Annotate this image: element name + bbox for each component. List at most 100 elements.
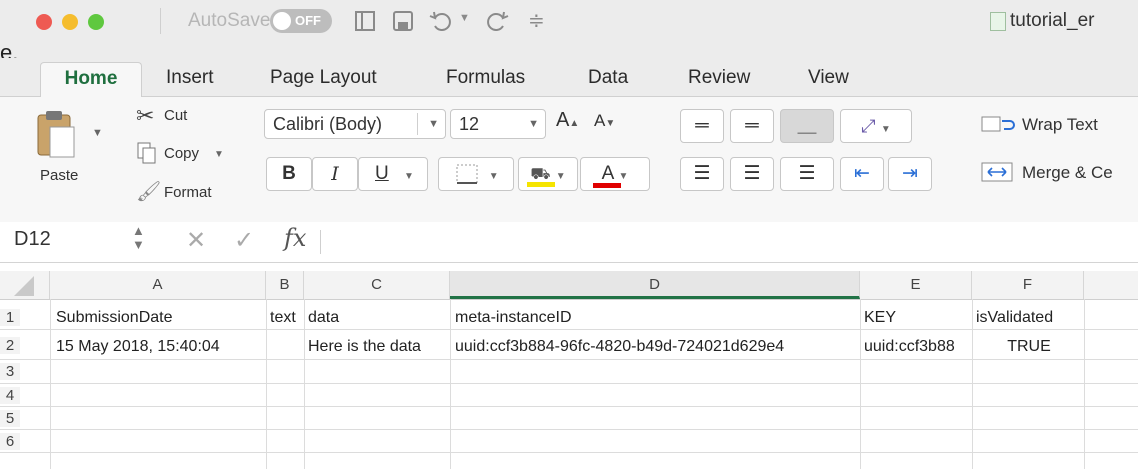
decrease-indent-button[interactable]: ⇤ xyxy=(840,157,884,191)
merge-center-button[interactable]: Merge & Ce xyxy=(1022,163,1113,183)
row-header-1[interactable]: 1 xyxy=(0,309,20,326)
minimize-window-button[interactable] xyxy=(62,14,78,30)
paste-dropdown-icon[interactable]: ▼ xyxy=(92,127,103,139)
column-header-e[interactable]: E xyxy=(860,271,972,299)
wrap-text-icon[interactable] xyxy=(980,113,1016,135)
cell-b1[interactable]: text xyxy=(270,308,304,328)
row-header-3[interactable]: 3 xyxy=(0,363,20,380)
column-header-c[interactable]: C xyxy=(304,271,450,299)
fill-color-swatch xyxy=(527,182,555,187)
cell-f1[interactable]: isValidated xyxy=(976,308,1082,328)
font-color-swatch xyxy=(593,183,621,188)
cell-e2[interactable]: uuid:ccf3b88 xyxy=(864,337,970,357)
row-header-4[interactable]: 4 xyxy=(0,387,20,404)
merge-cells-icon[interactable] xyxy=(980,161,1016,183)
cell-d1[interactable]: meta-instanceID xyxy=(455,308,855,328)
increase-indent-icon: ⇥ xyxy=(902,163,918,184)
italic-button[interactable]: I xyxy=(312,157,358,191)
row-header-2[interactable]: 2 xyxy=(0,337,20,354)
font-size-select[interactable]: 12 ▼ xyxy=(450,109,546,139)
name-box[interactable]: D12 xyxy=(14,228,51,251)
cell-a2[interactable]: 15 May 2018, 15:40:04 xyxy=(56,337,264,357)
zoom-window-button[interactable] xyxy=(88,14,104,30)
align-bottom-button[interactable]: ＿ xyxy=(780,109,834,143)
column-headers: A B C D E F xyxy=(0,271,1138,300)
wrap-text-button[interactable]: Wrap Text xyxy=(1022,115,1098,135)
tab-view[interactable]: View xyxy=(808,62,849,96)
align-right-button[interactable]: ☰ xyxy=(780,157,834,191)
toggle-knob xyxy=(273,12,291,30)
autosave-label: AutoSave xyxy=(188,10,271,31)
font-color-button[interactable]: A ▼ xyxy=(580,157,650,191)
cell-c1[interactable]: data xyxy=(308,308,448,328)
divider xyxy=(972,299,973,469)
tab-review[interactable]: Review xyxy=(688,62,750,96)
row-header-6[interactable]: 6 xyxy=(0,433,20,450)
increase-font-size-button[interactable]: A▲ xyxy=(556,109,579,132)
tab-home[interactable]: Home xyxy=(40,62,142,97)
borders-icon xyxy=(456,164,478,184)
copy-button[interactable]: Copy xyxy=(164,145,199,162)
column-header-a[interactable]: A xyxy=(50,271,266,299)
increase-indent-button[interactable]: ⇥ xyxy=(888,157,932,191)
cell-c2[interactable]: Here is the data xyxy=(308,337,448,357)
undo-dropdown-icon[interactable]: ▼ xyxy=(459,12,470,24)
column-header-b[interactable]: B xyxy=(266,271,304,299)
close-window-button[interactable] xyxy=(36,14,52,30)
copy-icon[interactable] xyxy=(136,141,158,165)
column-header-d[interactable]: D xyxy=(450,271,860,299)
clipboard-icon[interactable] xyxy=(34,107,82,161)
customize-toolbar-icon[interactable]: ≑ xyxy=(528,8,545,33)
tab-formulas[interactable]: Formulas xyxy=(446,62,525,96)
cell-f2[interactable]: TRUE xyxy=(976,337,1082,357)
align-middle-button[interactable]: ═ xyxy=(730,109,774,143)
paste-label[interactable]: Paste xyxy=(40,167,78,184)
orientation-button[interactable]: ⤢ ▼ xyxy=(840,109,912,143)
redo-icon[interactable] xyxy=(482,6,512,36)
tab-insert[interactable]: Insert xyxy=(166,62,214,96)
save-icon[interactable] xyxy=(388,6,418,36)
divider xyxy=(266,299,267,469)
align-center-button[interactable]: ☰ xyxy=(730,157,774,191)
format-painter-button[interactable]: Format xyxy=(164,184,212,201)
align-left-button[interactable]: ☰ xyxy=(680,157,724,191)
divider xyxy=(0,452,1138,453)
chevron-down-icon: ▼ xyxy=(555,171,566,182)
divider xyxy=(50,299,51,469)
divider xyxy=(450,299,451,469)
tab-data[interactable]: Data xyxy=(588,62,628,96)
divider xyxy=(0,406,1138,407)
bold-button[interactable]: B xyxy=(266,157,312,191)
insert-function-button[interactable]: fx xyxy=(284,224,306,252)
cell-d2[interactable]: uuid:ccf3b884-96fc-4820-b49d-724021d629e… xyxy=(455,337,855,357)
underline-label: U xyxy=(375,163,389,184)
row-header-5[interactable]: 5 xyxy=(0,410,20,427)
spreadsheet-grid: A B C D E F 1 2 3 4 5 6 SubmissionDate t… xyxy=(0,271,1138,469)
cell-a1[interactable]: SubmissionDate xyxy=(56,308,264,328)
fill-color-button[interactable]: ⛟ ▼ xyxy=(518,157,578,191)
cell-e1[interactable]: KEY xyxy=(864,308,970,328)
tab-page-layout[interactable]: Page Layout xyxy=(270,62,377,96)
cut-button[interactable]: Cut xyxy=(164,107,187,124)
paint-bucket-icon: ⛟ xyxy=(530,166,551,183)
chevron-down-icon: ▼ xyxy=(528,118,539,130)
select-all-corner[interactable] xyxy=(0,271,50,299)
borders-button[interactable]: ▼ xyxy=(438,157,514,191)
name-box-stepper-icon[interactable]: ▲ ▼ xyxy=(132,224,145,252)
font-name-select[interactable]: Calibri (Body) ▼ xyxy=(264,109,446,139)
undo-icon[interactable] xyxy=(426,6,456,36)
format-painter-icon[interactable]: 🖌 xyxy=(136,179,161,204)
cancel-entry-icon[interactable]: ✕ xyxy=(186,226,206,255)
underline-button[interactable]: U ▼ xyxy=(358,157,428,191)
sidebar-icon[interactable] xyxy=(350,6,380,36)
scissors-icon[interactable]: ✂ xyxy=(136,103,154,129)
autosave-toggle[interactable]: OFF xyxy=(270,9,332,33)
confirm-entry-icon[interactable]: ✓ xyxy=(234,226,254,255)
column-header-f[interactable]: F xyxy=(972,271,1084,299)
copy-dropdown-icon[interactable]: ▼ xyxy=(214,149,224,160)
divider xyxy=(860,299,861,469)
align-top-button[interactable]: ═ xyxy=(680,109,724,143)
formula-input[interactable] xyxy=(326,226,1126,258)
decrease-font-size-button[interactable]: A▼ xyxy=(594,111,615,131)
chevron-down-icon: ▼ xyxy=(880,124,891,135)
